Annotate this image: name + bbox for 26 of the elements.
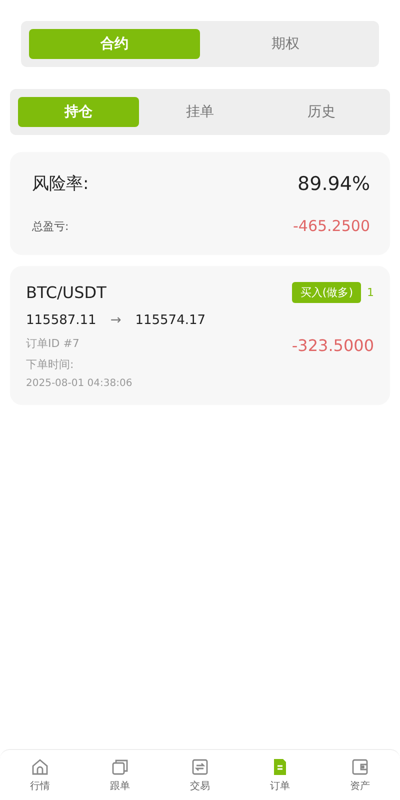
nav-item[interactable]: 资产: [320, 757, 400, 793]
order-id: 订单ID #7: [26, 336, 80, 351]
arrow: →: [110, 313, 122, 328]
leverage: 1: [367, 286, 374, 299]
position-pnl: -323.5000: [292, 336, 374, 355]
order-tab[interactable]: 历史: [260, 97, 382, 127]
nav-item[interactable]: 订单: [240, 757, 320, 793]
total-pnl-label: 总盈亏:: [32, 218, 69, 234]
swap-icon: [190, 757, 210, 777]
risk-label: 风险率:: [32, 173, 89, 195]
risk-value: 89.94%: [298, 172, 370, 194]
nav-item[interactable]: 跟单: [80, 757, 160, 793]
order-tab[interactable]: 挂单: [139, 97, 261, 127]
side-badge: 买入(做多): [292, 282, 361, 303]
nav-item[interactable]: 行情: [0, 757, 80, 793]
order-time-label: 下单时间:: [26, 357, 75, 372]
wallet-icon: [350, 757, 370, 777]
contract-tab[interactable]: 期权: [200, 29, 371, 59]
home-icon: [30, 757, 50, 777]
current-price: 115574.17: [135, 313, 206, 328]
order-time: 2025-08-01 04:38:06: [26, 378, 132, 389]
copy-icon: [110, 757, 130, 777]
total-pnl-value: -465.2500: [293, 217, 370, 235]
symbol: BTC/USDT: [26, 283, 106, 302]
open-price: 115587.11: [26, 313, 96, 328]
nav-item[interactable]: 交易: [160, 757, 240, 793]
